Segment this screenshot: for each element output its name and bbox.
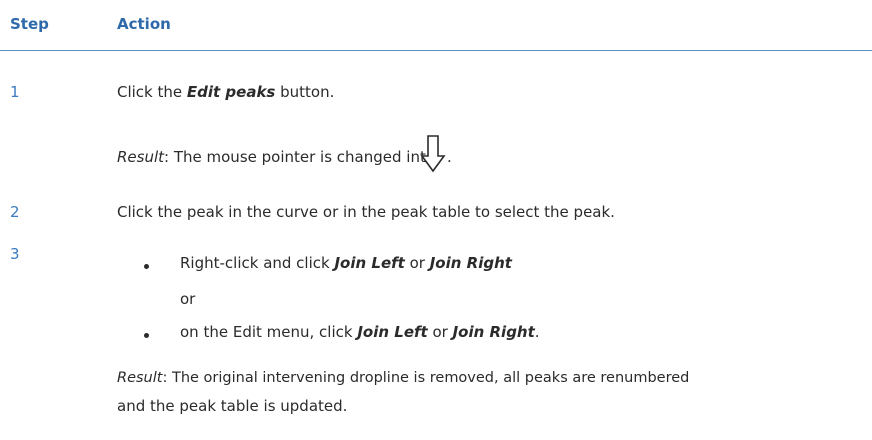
step-3-result-line-2: and the peak table is updated. bbox=[117, 397, 348, 415]
bullet-point bbox=[144, 333, 149, 338]
step-1-result-end: . bbox=[447, 148, 452, 166]
step-3-result-line-1: Result: The original intervening droplin… bbox=[117, 370, 690, 386]
step-1-result: Result: The mouse pointer is changed int… bbox=[117, 148, 436, 166]
action-column-header: Action bbox=[117, 15, 171, 33]
join-left-menu-name: Join Left bbox=[357, 323, 428, 341]
or-text: or bbox=[180, 290, 196, 308]
step-2-action: Click the peak in the curve or in the pe… bbox=[117, 203, 615, 221]
join-left-menu-name: Join Left bbox=[334, 254, 405, 272]
step-number-1: 1 bbox=[10, 83, 20, 101]
step-column-header: Step bbox=[10, 15, 49, 33]
down-arrow-pointer-icon bbox=[420, 135, 446, 173]
step-1-action: Click the Edit peaks button. bbox=[117, 83, 335, 101]
join-right-menu-name: Join Right bbox=[429, 254, 512, 272]
step-3-option-2: on the Edit menu, click Join Left or Joi… bbox=[180, 323, 540, 341]
table-header: Step Action bbox=[0, 0, 872, 51]
step-3-option-1: Right-click and click Join Left or Join … bbox=[180, 254, 512, 272]
step-number-2: 2 bbox=[10, 203, 20, 221]
bullet-point bbox=[144, 264, 149, 269]
step-number-3: 3 bbox=[10, 245, 20, 263]
edit-peaks-button-name: Edit peaks bbox=[186, 83, 276, 101]
join-right-menu-name: Join Right bbox=[452, 323, 535, 341]
